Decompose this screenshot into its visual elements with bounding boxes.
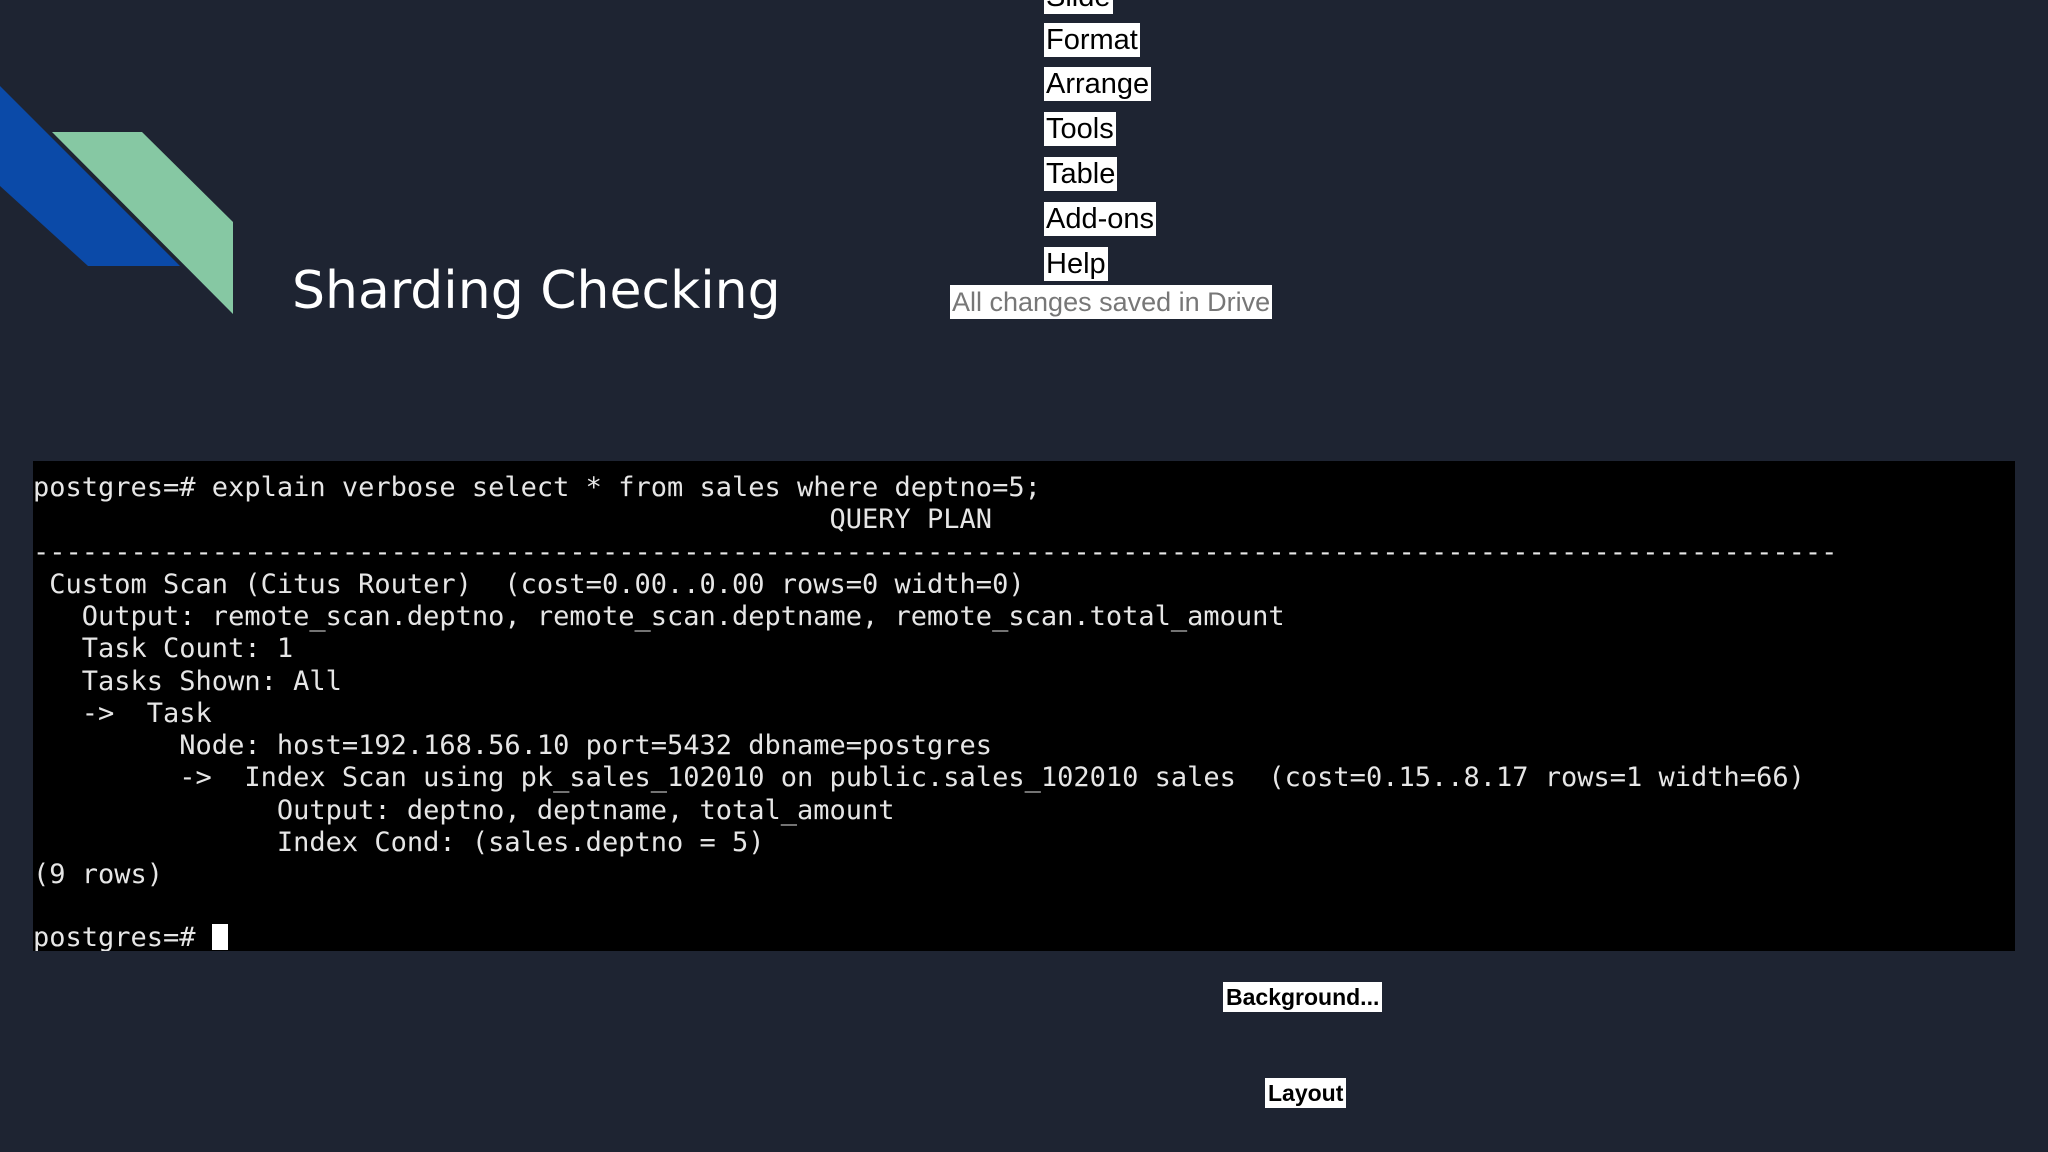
menu-item-slide[interactable]: Slide bbox=[1044, 0, 1113, 14]
menu-item-tools[interactable]: Tools bbox=[1044, 112, 1116, 146]
terminal-line: -> Task bbox=[33, 698, 212, 729]
terminal-line: (9 rows) bbox=[33, 859, 164, 890]
decorative-shapes bbox=[0, 86, 233, 314]
terminal-line: ----------------------------------------… bbox=[33, 537, 1838, 568]
menu-item-format[interactable]: Format bbox=[1044, 23, 1140, 57]
terminal-cursor bbox=[211, 924, 228, 950]
terminal-prompt-line: postgres=# bbox=[33, 922, 228, 951]
terminal-screenshot: postgres=# explain verbose select * from… bbox=[33, 461, 2015, 951]
menu-item-help[interactable]: Help bbox=[1044, 247, 1108, 281]
terminal-prompt: postgres=# bbox=[33, 922, 196, 951]
background-button[interactable]: Background... bbox=[1223, 982, 1383, 1012]
terminal-line: Node: host=192.168.56.10 port=5432 dbnam… bbox=[33, 730, 993, 761]
menu-item-arrange[interactable]: Arrange bbox=[1044, 67, 1152, 101]
slide-canvas: Sharding Checking Slide Format Arrange T… bbox=[0, 0, 2048, 1152]
terminal-line: Output: deptno, deptname, total_amount bbox=[33, 795, 895, 826]
terminal-line: QUERY PLAN bbox=[33, 504, 993, 535]
menu-item-table[interactable]: Table bbox=[1044, 157, 1118, 191]
terminal-line: Custom Scan (Citus Router) (cost=0.00..0… bbox=[33, 569, 1025, 600]
terminal-line: -> Index Scan using pk_sales_102010 on p… bbox=[33, 762, 1805, 793]
menu-item-add-ons[interactable]: Add-ons bbox=[1044, 202, 1157, 236]
terminal-line: Tasks Shown: All bbox=[33, 666, 342, 697]
terminal-line: Output: remote_scan.deptno, remote_scan.… bbox=[33, 601, 1285, 632]
slide-title[interactable]: Sharding Checking bbox=[292, 256, 781, 326]
layout-button[interactable]: Layout bbox=[1265, 1078, 1347, 1108]
terminal-line: Index Cond: (sales.deptno = 5) bbox=[33, 827, 765, 858]
save-status-text[interactable]: All changes saved in Drive bbox=[950, 285, 1273, 319]
terminal-line: postgres=# explain verbose select * from… bbox=[33, 472, 1041, 503]
terminal-line: Task Count: 1 bbox=[33, 633, 294, 664]
